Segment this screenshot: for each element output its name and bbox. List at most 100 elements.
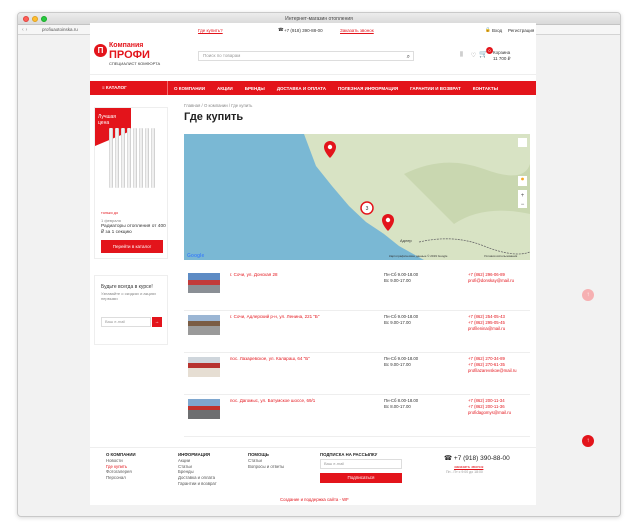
footer-hours: Пн - Пт с 9:00 до 18:00 — [446, 470, 483, 474]
promo-small-text: только до — [101, 211, 119, 215]
store-item: г. Сочи, ул. Донская 28 Пн-Сб 9.00-18.00… — [184, 269, 530, 311]
cart-icon[interactable]: 🛒 — [479, 50, 488, 58]
go-to-catalog-button[interactable]: Перейти в каталог — [101, 240, 163, 253]
store-photo — [188, 357, 220, 377]
store-address[interactable]: г. Сочи, ул. Донская 28 — [230, 272, 277, 277]
menu-item-brands[interactable]: БРЕНДЫ — [239, 86, 271, 91]
zoom-window-button[interactable] — [41, 16, 47, 22]
map-cluster-marker[interactable]: 3 — [360, 201, 374, 215]
store-address[interactable]: г. Сочи, Адлерский р-н, ул. Ленина, 221 … — [230, 314, 319, 319]
subscribe-text: Узнавайте о скидках и акциях первыми — [101, 291, 157, 301]
phone-icon: ☎ — [444, 455, 454, 462]
promo-banner[interactable]: Лучшая цена только до 1 февраля Радиатор… — [94, 107, 168, 259]
back-arrow-icon[interactable]: ‹ — [22, 27, 24, 33]
topbar: Где купить? ☎ +7 (918) 390-88-00 Заказат… — [90, 23, 536, 37]
store-contacts[interactable]: +7 (862) 200-11-34 +7 (862) 200-11-36 prof… — [468, 398, 511, 416]
store-hours: Пн-Сб 9.00-18.00 Вс 9.00-17.00 — [384, 314, 419, 325]
footer-credits[interactable]: Создание и поддержка сайта - WF — [280, 497, 349, 502]
store-contacts[interactable]: +7 (862) 296-06-89 profi@donskay@mail.ru — [468, 272, 514, 284]
forward-arrow-icon[interactable]: › — [26, 27, 28, 33]
breadcrumb-home[interactable]: Главная — [184, 103, 200, 108]
store-address[interactable]: пос. Лазаревское, ул. Калараш, 64 "Б" — [230, 356, 310, 361]
store-photo — [188, 399, 220, 419]
menu-item-promotions[interactable]: АКЦИИ — [211, 86, 239, 91]
subscribe-box: Будьте всегда в курсе! Узнавайте о скидк… — [94, 275, 168, 345]
google-logo: Google — [187, 253, 204, 259]
store-contacts[interactable]: +7 (862) 254-05-43 +7 (862) 295-05-45 prof… — [468, 314, 505, 332]
logo-line1: Компания — [109, 42, 144, 49]
map-terms-link[interactable]: Условия использования — [484, 254, 518, 258]
map-zoom-controls[interactable]: + − — [518, 190, 527, 208]
footer-about-title: О КОМПАНИИ — [106, 452, 136, 457]
arrow-up-icon: ↑ — [586, 438, 590, 444]
store-item: пос. Лазаревское, ул. Калараш, 64 "Б" Пн… — [184, 353, 530, 395]
callback-link[interactable]: Заказать звонок — [340, 28, 374, 33]
menu-item-warranty[interactable]: ГАРАНТИИ И ВОЗВРАТ — [404, 86, 467, 91]
cluster-count: 3 — [366, 206, 369, 212]
zoom-in-icon[interactable]: + — [521, 193, 525, 199]
search-icon[interactable]: ⌕ — [407, 53, 410, 61]
footer-col-about: О КОМПАНИИ Новости Где купить Фотогалере… — [106, 452, 136, 481]
breadcrumb: Главная / О компании / Где купить — [184, 103, 253, 108]
map-fullscreen-icon[interactable] — [518, 138, 527, 147]
page-title: Где купить — [184, 111, 244, 123]
minimize-window-button[interactable] — [32, 16, 38, 22]
cart-total: 11 700 ₽ — [493, 56, 511, 61]
subscribe-title: Будьте всегда в курсе! — [101, 284, 153, 290]
page: Где купить? ☎ +7 (918) 390-88-00 Заказат… — [90, 23, 536, 505]
compare-icon[interactable]: ⫼ — [460, 52, 463, 59]
footer-callback-link[interactable]: заказать звонок — [454, 464, 483, 469]
menu-item-contacts[interactable]: КОНТАКТЫ — [467, 86, 504, 91]
logo-badge: П — [94, 44, 107, 57]
subscribe-submit-button[interactable]: → — [152, 317, 162, 327]
footer-link[interactable]: Персонал — [106, 475, 136, 481]
where-to-buy-link[interactable]: Где купить? — [198, 28, 223, 33]
radiator-image — [109, 128, 155, 188]
menu-item-delivery[interactable]: ДОСТАВКА И ОПЛАТА — [271, 86, 332, 91]
footer-email-input[interactable]: Ваш e-mail — [320, 459, 402, 469]
breadcrumb-about[interactable]: О компании — [204, 103, 228, 108]
close-window-button[interactable] — [23, 16, 29, 22]
scroll-up-button[interactable]: ↑ — [582, 435, 594, 447]
footer-link[interactable]: Вопросы и ответы — [248, 464, 284, 470]
store-hours: Пн-Сб 8.00-18.00 Вс 8.00-17.00 — [384, 398, 419, 409]
logo[interactable]: П Компания ПРОФИ СПЕЦИАЛИСТ КОМФОРТА — [94, 42, 162, 70]
map-pegman-icon[interactable] — [518, 176, 527, 186]
map-canvas[interactable]: 3 Адлер + − Google Картографические данн… — [184, 134, 530, 260]
footer: О КОМПАНИИ Новости Где купить Фотогалере… — [90, 447, 536, 505]
cart[interactable]: Корзина 11 700 ₽ — [493, 50, 511, 62]
store-item: пос. Дагомыс, ул. Батумское шоссе, 69/1 … — [184, 395, 530, 437]
main-menu: ≡ КАТАЛОГ О КОМПАНИИ АКЦИИ БРЕНДЫ ДОСТАВ… — [90, 81, 536, 95]
footer-col-help: ПОМОЩЬ Статьи Вопросы и ответы — [248, 452, 284, 469]
store-contacts[interactable]: +7 (862) 270-34-89 +7 (862) 270-61-35 prof… — [468, 356, 517, 374]
scroll-up-button-faded[interactable]: ↑ — [582, 289, 594, 301]
store-hours: Пн-Сб 9.00-18.00 Вс 9.00-17.00 — [384, 272, 419, 283]
logo-line2: ПРОФИ — [109, 49, 150, 61]
login-link[interactable]: Вход — [492, 28, 502, 33]
store-address[interactable]: пос. Дагомыс, ул. Батумское шоссе, 69/1 — [230, 398, 315, 403]
register-link[interactable]: Регистрация — [508, 28, 534, 33]
header: П Компания ПРОФИ СПЕЦИАЛИСТ КОМФОРТА Пои… — [90, 37, 536, 75]
search-input[interactable]: Поиск по товарам ⌕ — [198, 51, 414, 61]
arrow-up-icon: ↑ — [586, 292, 590, 298]
map-attribution: Картографические данные © 2019 Google — [389, 254, 448, 258]
promo-text: Радиаторы отопления от 400 ₽ за 1 секцию — [101, 224, 166, 235]
store-map[interactable]: 3 Адлер + − Google Картографические данн… — [184, 134, 530, 260]
catalog-button[interactable]: ≡ КАТАЛОГ — [94, 81, 168, 95]
topbar-phone[interactable]: +7 (918) 390-88-00 — [284, 28, 323, 33]
window-controls[interactable] — [23, 16, 47, 22]
footer-newsletter-title: ПОДПИСКА НА РАССЫЛКУ — [320, 452, 378, 457]
footer-link[interactable]: Гарантии и возврат — [178, 481, 217, 487]
subscribe-email-input[interactable]: Ваш e-mail — [101, 317, 151, 327]
zoom-out-icon[interactable]: − — [521, 202, 525, 208]
menu-item-about[interactable]: О КОМПАНИИ — [168, 86, 211, 91]
footer-phone[interactable]: ☎ +7 (918) 390-88-00 — [444, 454, 510, 462]
footer-subscribe-button[interactable]: Подписаться — [320, 473, 402, 483]
menu-item-useful-info[interactable]: ПОЛЕЗНАЯ ИНФОРМАЦИЯ — [332, 86, 404, 91]
favorites-icon[interactable]: ♡ — [471, 52, 476, 59]
map-city-label: Адлер — [400, 238, 413, 243]
breadcrumb-current: Где купить — [231, 103, 253, 108]
store-photo — [188, 315, 220, 335]
catalog-label: КАТАЛОГ — [105, 85, 127, 90]
phone-icon: ☎ — [278, 27, 284, 32]
